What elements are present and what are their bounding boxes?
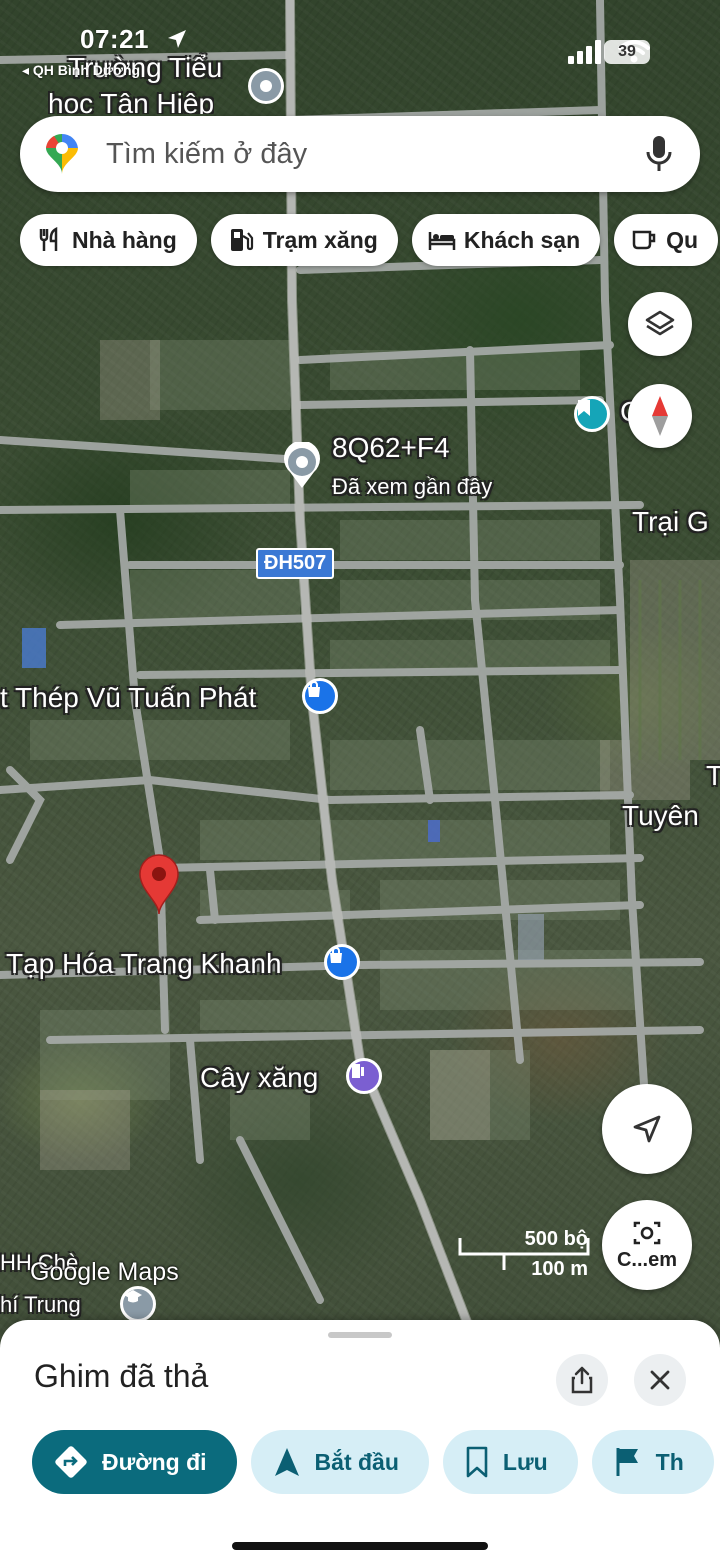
- google-maps-watermark: Google Maps: [30, 1258, 179, 1286]
- school-pin-icon[interactable]: [246, 66, 286, 110]
- road-shield: ĐH507: [256, 548, 335, 579]
- directions-button[interactable]: Đường đi: [32, 1430, 237, 1494]
- scale-bar: 500 bộ 100 m: [458, 1228, 590, 1282]
- compass-icon: [652, 396, 668, 436]
- start-arrow-icon: [274, 1448, 299, 1476]
- scale-meters: 100 m: [531, 1258, 588, 1280]
- recent-label: Đã xem gần đây: [332, 474, 493, 499]
- share-icon: [571, 1366, 593, 1394]
- shopping-poi-icon[interactable]: [302, 678, 338, 714]
- battery-indicator: 39: [604, 40, 650, 64]
- chip-hotel[interactable]: Khách sạn: [411, 214, 601, 266]
- bottom-left-label-2: hí Trung: [0, 1292, 81, 1317]
- label-button-label: Th: [655, 1448, 684, 1475]
- action-row: Đường đi Bắt đầu Lưu Th: [32, 1430, 714, 1494]
- search-input[interactable]: Tìm kiếm ở đây: [106, 138, 644, 171]
- signal-icon: [568, 40, 601, 64]
- chip-hotel-label: Khách sạn: [463, 226, 581, 253]
- chip-gas-station-label: Trạm xăng: [262, 226, 378, 253]
- search-bar[interactable]: Tìm kiếm ở đây: [20, 116, 700, 192]
- navigation-arrow-icon: [633, 1115, 661, 1143]
- dropped-pin-icon[interactable]: [136, 852, 182, 916]
- camera-icon: [633, 1221, 661, 1244]
- gas-poi-icon[interactable]: [346, 1058, 382, 1094]
- hotel-icon: [428, 232, 456, 250]
- microphone-icon[interactable]: [644, 134, 674, 174]
- chip-restaurant[interactable]: Nhà hàng: [20, 214, 197, 266]
- my-location-button[interactable]: [602, 1084, 692, 1174]
- lens-button[interactable]: C...em: [602, 1200, 692, 1290]
- gas-station-label[interactable]: Cây xăng: [200, 1062, 318, 1094]
- grocery-poi-icon[interactable]: [324, 944, 360, 980]
- close-icon: [650, 1370, 670, 1390]
- layers-button[interactable]: [628, 292, 692, 356]
- place-sheet[interactable]: Ghim đã thả Đường đi Bắt đầu Lưu Th: [0, 1320, 720, 1564]
- bookmark-icon: [466, 1446, 488, 1478]
- start-label: Bắt đầu: [314, 1448, 399, 1475]
- save-button[interactable]: Lưu: [442, 1430, 578, 1494]
- plus-code-label[interactable]: 8Q62+F4: [332, 432, 450, 464]
- directions-label: Đường đi: [102, 1448, 207, 1475]
- scale-feet: 500 bộ: [524, 1228, 588, 1250]
- start-button[interactable]: Bắt đầu: [250, 1430, 429, 1494]
- farm-label[interactable]: Trại G: [632, 506, 709, 538]
- share-button[interactable]: [556, 1354, 608, 1406]
- status-time: 07:21: [80, 24, 149, 54]
- restaurant-icon: [39, 226, 58, 251]
- chip-coffee-label: Qu: [666, 226, 699, 253]
- tuyen-label[interactable]: Tuyên: [622, 800, 699, 832]
- chip-restaurant-label: Nhà hàng: [72, 226, 177, 253]
- flag-icon: [616, 1448, 638, 1476]
- layers-icon: [645, 310, 675, 336]
- location-arrow-icon: [168, 30, 186, 48]
- category-chips: Nhà hàng Trạm xăng Khách sạn Qu: [20, 214, 719, 266]
- sheet-drag-handle[interactable]: [328, 1332, 392, 1338]
- steel-shop-label[interactable]: t Thép Vũ Tuấn Phát: [0, 682, 256, 714]
- back-to-app-link[interactable]: ◂ QH Bình Dương: [22, 62, 140, 79]
- home-indicator[interactable]: [232, 1542, 488, 1550]
- google-maps-logo-icon: [46, 133, 78, 174]
- chip-gas-station[interactable]: Trạm xăng: [210, 214, 398, 266]
- lens-label: C...em: [616, 1248, 678, 1271]
- right-edge-label: T: [706, 760, 720, 791]
- school-label-line2[interactable]: học Tân Hiệp: [48, 88, 214, 114]
- education-poi-icon[interactable]: [120, 1286, 156, 1322]
- chip-coffee[interactable]: Qu: [614, 214, 719, 266]
- close-button[interactable]: [634, 1354, 686, 1406]
- save-label: Lưu: [502, 1448, 548, 1475]
- coffee-icon: [632, 230, 656, 250]
- directions-icon: [55, 1446, 87, 1478]
- plus-code-pin-icon[interactable]: [282, 442, 322, 490]
- compass-button[interactable]: [628, 384, 692, 448]
- sheet-title: Ghim đã thả: [34, 1358, 209, 1394]
- gas-station-icon: [230, 229, 253, 251]
- grocery-label[interactable]: Tạp Hóa Trang Khanh: [6, 948, 282, 980]
- label-button[interactable]: Th: [591, 1430, 714, 1494]
- bookmark-poi-icon[interactable]: [574, 396, 610, 432]
